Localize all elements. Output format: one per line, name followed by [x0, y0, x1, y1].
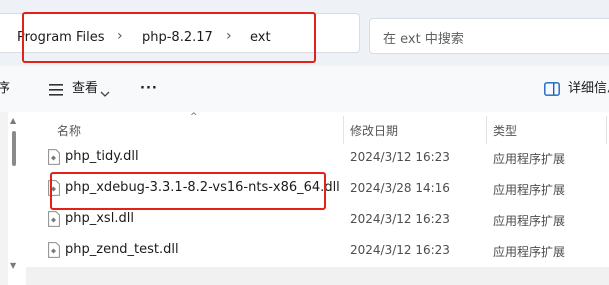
breadcrumb-ext[interactable]: ext — [250, 29, 271, 47]
sort-ascending-icon: ^ — [190, 112, 198, 122]
column-header-modified[interactable]: 修改日期 — [350, 122, 398, 139]
file-name: php_xdebug-3.3.1-8.2-vs16-nts-x86_64.dll — [65, 180, 340, 195]
file-modified: 2024/3/12 16:23 — [350, 243, 450, 257]
breadcrumb-separator-icon[interactable]: › — [117, 27, 123, 45]
scrollbar-thumb[interactable] — [12, 131, 16, 166]
dll-file-icon — [48, 149, 60, 165]
more-icon[interactable]: ··· — [140, 80, 158, 98]
view-dropdown-chevron-icon[interactable] — [100, 84, 110, 97]
dll-file-icon — [48, 242, 60, 258]
file-modified: 2024/3/28 14:16 — [350, 181, 450, 195]
search-placeholder: 在 ext 中搜索 — [383, 32, 464, 47]
view-button[interactable]: 查看 — [72, 80, 98, 98]
breadcrumb-program-files[interactable]: Program Files — [17, 29, 105, 47]
file-row[interactable]: php_xsl.dll 2024/3/12 16:23 应用程序扩展 — [26, 205, 609, 235]
scroll-up-arrow-icon[interactable]: ▲ — [10, 117, 16, 125]
dll-file-icon — [48, 211, 60, 227]
file-type: 应用程序扩展 — [493, 214, 566, 228]
column-divider[interactable] — [343, 116, 344, 144]
navigation-pane-edge — [0, 112, 8, 285]
dll-file-icon — [48, 180, 60, 196]
search-input[interactable]: 在 ext 中搜索 — [369, 18, 609, 54]
file-type: 应用程序扩展 — [493, 183, 566, 197]
file-name: php_xsl.dll — [65, 211, 134, 226]
file-type: 应用程序扩展 — [493, 152, 566, 166]
breadcrumb-php-folder[interactable]: php-8.2.17 — [142, 29, 213, 47]
scroll-down-arrow-icon[interactable]: ▼ — [10, 262, 16, 270]
file-modified: 2024/3/12 16:23 — [350, 212, 450, 226]
sort-button-label[interactable]: 序 — [0, 80, 10, 98]
breadcrumb-separator-icon[interactable]: › — [226, 27, 232, 45]
file-row-partial[interactable] — [26, 267, 609, 285]
file-type: 应用程序扩展 — [493, 245, 566, 259]
file-row[interactable]: php_zend_test.dll 2024/3/12 16:23 应用程序扩展 — [26, 236, 609, 266]
file-modified: 2024/3/12 16:23 — [350, 150, 450, 164]
view-icon[interactable] — [48, 82, 64, 96]
details-pane-icon[interactable] — [544, 81, 560, 96]
file-name: php_zend_test.dll — [65, 242, 179, 257]
column-divider[interactable] — [606, 116, 607, 144]
file-row[interactable]: php_tidy.dll 2024/3/12 16:23 应用程序扩展 — [26, 143, 609, 173]
column-header-type[interactable]: 类型 — [493, 122, 517, 139]
column-divider[interactable] — [486, 116, 487, 144]
column-header-name[interactable]: 名称 — [57, 122, 81, 139]
file-row[interactable]: php_xdebug-3.3.1-8.2-vs16-nts-x86_64.dll… — [26, 174, 609, 204]
file-name: php_tidy.dll — [65, 149, 139, 164]
details-pane-button[interactable]: 详细信息 — [568, 80, 609, 98]
